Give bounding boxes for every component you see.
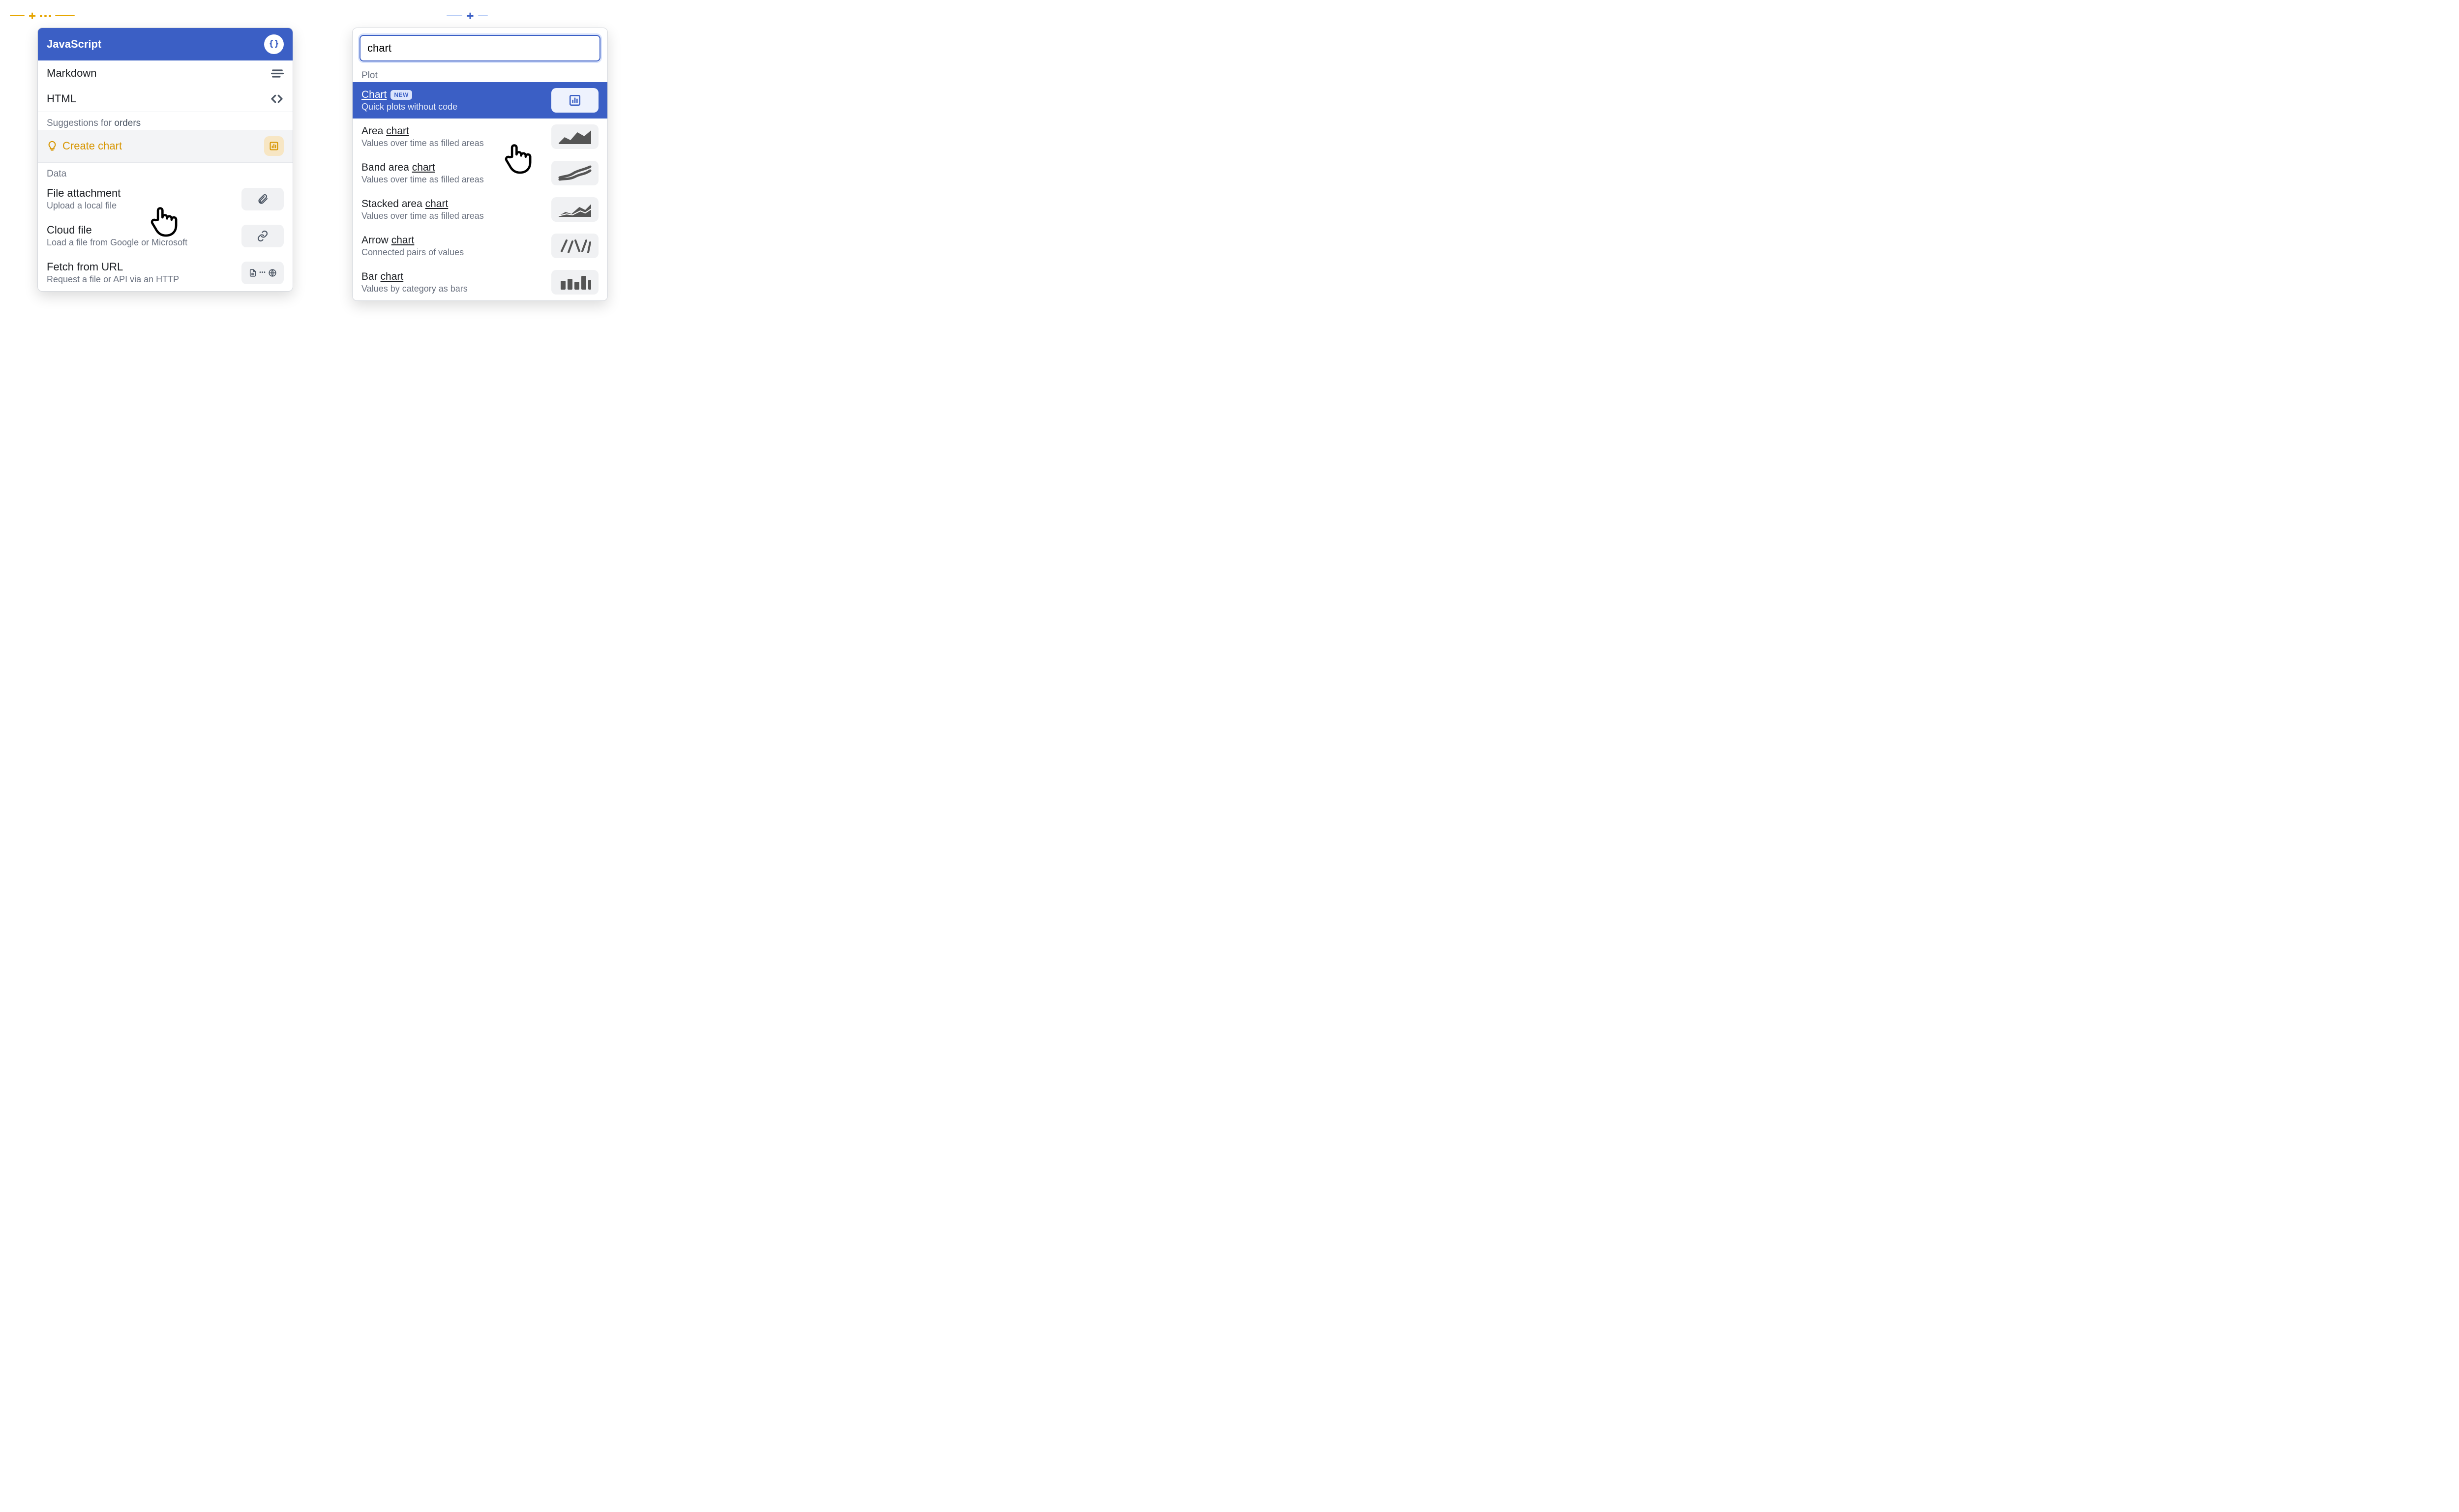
result-desc: Connected pairs of values	[361, 247, 464, 258]
chart-icon	[264, 136, 284, 156]
menu-item-desc: Upload a local file	[47, 201, 120, 211]
result-title: Bar chart	[361, 271, 468, 283]
stacked-area-icon	[551, 197, 599, 222]
menu-item-desc: Request a file or API via an HTTP	[47, 274, 179, 285]
bars-icon	[551, 270, 599, 295]
band-icon	[551, 161, 599, 185]
result-area-chart[interactable]: Area chart Values over time as filled ar…	[353, 119, 607, 155]
menu-item-desc: Load a file from Google or Microsoft	[47, 237, 187, 248]
right-column: + Plot ChartNEW Quick plots without code…	[325, 10, 610, 301]
more-dots-icon[interactable]	[40, 15, 51, 17]
bar-chart-icon	[551, 88, 599, 113]
plus-icon[interactable]: +	[29, 9, 36, 22]
menu-item-html[interactable]: HTML	[38, 86, 293, 112]
result-desc: Values over time as filled areas	[361, 211, 484, 221]
cell-search-menu: Plot ChartNEW Quick plots without code A…	[352, 28, 608, 301]
result-band-area-chart[interactable]: Band area chart Values over time as fill…	[353, 155, 607, 191]
cell-add-bar-left[interactable]: +	[10, 10, 295, 22]
results-section-heading: Plot	[353, 68, 607, 82]
suggestion-label: Create chart	[47, 140, 122, 152]
area-icon	[551, 124, 599, 149]
menu-item-label: Fetch from URL	[47, 261, 179, 273]
menu-item-label: JavaScript	[47, 38, 101, 51]
divider	[10, 15, 25, 16]
data-section-heading: Data	[38, 163, 293, 180]
result-bar-chart[interactable]: Bar chart Values by category as bars	[353, 264, 607, 300]
divider	[447, 15, 462, 16]
divider	[478, 15, 488, 16]
angle-brackets-icon	[270, 94, 284, 104]
menu-item-file-attachment[interactable]: File attachment Upload a local file	[38, 180, 293, 217]
arrow-chart-icon	[551, 234, 599, 258]
divider	[55, 15, 75, 16]
plus-icon[interactable]: +	[466, 9, 474, 22]
result-stacked-area-chart[interactable]: Stacked area chart Values over time as f…	[353, 191, 607, 228]
menu-item-fetch-url[interactable]: Fetch from URL Request a file or API via…	[38, 254, 293, 291]
paragraph-icon	[271, 68, 284, 78]
link-icon	[241, 225, 284, 247]
menu-item-javascript[interactable]: JavaScript	[38, 28, 293, 60]
cell-add-bar-right[interactable]: +	[325, 10, 610, 22]
braces-icon	[264, 34, 284, 54]
result-desc: Quick plots without code	[361, 102, 457, 112]
search-input[interactable]	[360, 35, 600, 61]
result-title: Arrow chart	[361, 235, 464, 246]
result-arrow-chart[interactable]: Arrow chart Connected pairs of values	[353, 228, 607, 264]
menu-item-markdown[interactable]: Markdown	[38, 60, 293, 86]
new-badge: NEW	[390, 90, 412, 100]
result-desc: Values by category as bars	[361, 284, 468, 294]
suggestion-create-chart[interactable]: Create chart	[38, 130, 293, 163]
menu-item-label: Markdown	[47, 67, 96, 80]
menu-item-label: HTML	[47, 92, 76, 105]
menu-item-cloud-file[interactable]: Cloud file Load a file from Google or Mi…	[38, 217, 293, 254]
result-title: ChartNEW	[361, 89, 457, 101]
cell-type-menu: JavaScript Markdown HTML Suggestions for…	[37, 28, 293, 292]
result-desc: Values over time as filled areas	[361, 138, 484, 148]
menu-item-label: Cloud file	[47, 224, 187, 237]
suggestions-heading: Suggestions for orders	[38, 112, 293, 130]
result-desc: Values over time as filled areas	[361, 175, 484, 185]
result-title: Stacked area chart	[361, 198, 484, 210]
left-column: + JavaScript Markdown HTML Suggestions f…	[10, 10, 295, 301]
menu-item-label: File attachment	[47, 187, 120, 200]
lightbulb-icon	[47, 141, 58, 151]
result-chart[interactable]: ChartNEW Quick plots without code	[353, 82, 607, 119]
paperclip-icon	[241, 188, 284, 210]
result-title: Area chart	[361, 125, 484, 137]
result-title: Band area chart	[361, 162, 484, 174]
fetch-icon: •••	[241, 262, 284, 284]
